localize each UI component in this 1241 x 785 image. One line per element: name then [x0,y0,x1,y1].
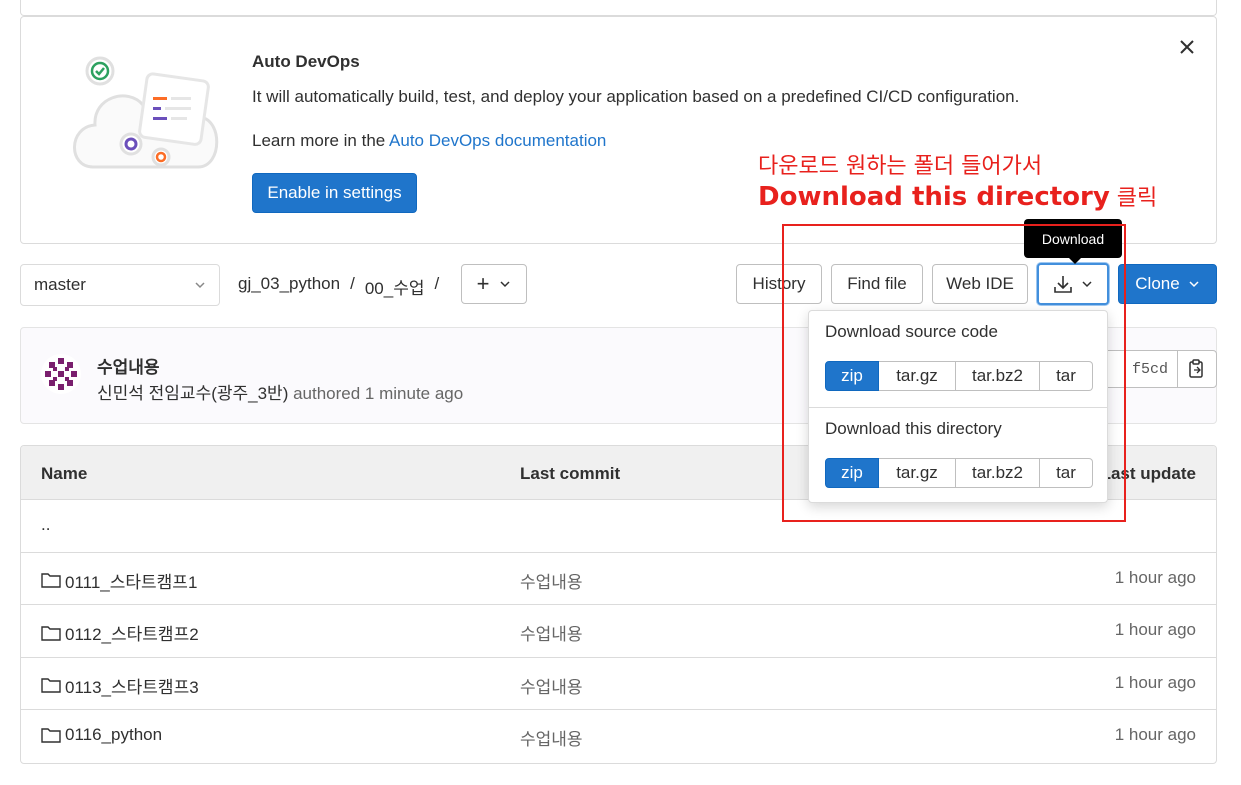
header-last-commit: Last commit [520,464,621,483]
download-directory-heading: Download this directory [825,419,1002,438]
chevron-down-icon [195,282,205,289]
copy-clipboard-icon [1189,359,1203,378]
folder-icon [41,728,61,743]
header-name: Name [41,464,88,483]
download-source-heading: Download source code [825,322,998,341]
source-tarbz2-button[interactable]: tar.bz2 [956,361,1040,391]
download-icon [1054,276,1072,293]
download-directory-section: Download this directory zip tar.gz tar.b… [809,407,1107,503]
table-row[interactable]: 0113_스타트캠프3 수업내용 1 hour ago [21,658,1216,710]
folder-icon [41,573,61,588]
folder-icon [41,678,61,693]
web-ide-button[interactable]: Web IDE [932,264,1028,304]
top-panel-edge [20,0,1217,16]
clone-button[interactable]: Clone [1118,264,1217,304]
devops-illustration-icon [73,56,219,169]
chevron-down-icon [500,281,510,288]
download-dropdown-menu: Download source code zip tar.gz tar.bz2 … [808,310,1108,503]
chevron-down-icon [1082,281,1092,288]
row-last-update: 1 hour ago [1114,725,1196,744]
table-row[interactable]: 0111_스타트캠프1 수업내용 1 hour ago [21,553,1216,605]
branch-selector[interactable]: master [20,264,220,306]
breadcrumb-project[interactable]: gj_03_python [238,274,340,299]
row-commit-message[interactable]: 수업내용 [520,673,583,698]
folder-label[interactable]: 0113_스타트캠프3 [65,673,199,698]
folder-label[interactable]: 0111_스타트캠프1 [65,568,197,593]
commit-author[interactable]: 신민석 전임교수(광주_3반) [97,384,288,403]
find-file-button[interactable]: Find file [831,264,923,304]
row-last-update: 1 hour ago [1114,567,1196,587]
history-button[interactable]: History [736,264,822,304]
annotation-line-1: 다운로드 원하는 폴더 들어가서 [758,154,1043,179]
commit-title[interactable]: 수업내용 [97,353,160,378]
source-format-group: zip tar.gz tar.bz2 tar [825,361,1093,391]
breadcrumb-folder[interactable]: 00_수업 [365,274,425,299]
banner-learn-more: Learn more in the Auto DevOps documentat… [252,131,606,151]
commit-meta: 신민석 전임교수(광주_3반) authored 1 minute ago [97,379,463,404]
folder-name[interactable]: 0112_스타트캠프2 [41,620,199,645]
header-last-update: Last update [1100,464,1196,483]
row-last-update: 1 hour ago [1114,672,1196,692]
source-zip-button[interactable]: zip [825,361,879,391]
annotation-line-2: Download this directory 클릭 [758,180,1157,212]
close-banner-button[interactable] [1175,35,1199,59]
directory-zip-button[interactable]: zip [825,458,879,488]
plus-icon: + [476,271,490,296]
row-commit-message[interactable]: 수업내용 [520,568,583,593]
branch-name: master [34,275,86,294]
table-row-parent[interactable]: .. [21,500,1216,553]
directory-targz-button[interactable]: tar.gz [879,458,956,488]
annotation-suffix: 클릭 [1109,186,1158,211]
copy-sha-button[interactable] [1177,350,1217,388]
folder-label[interactable]: 0116_python [65,725,162,745]
directory-format-group: zip tar.gz tar.bz2 tar [825,458,1093,488]
folder-name[interactable]: 0113_스타트캠프3 [41,673,199,698]
folder-icon [41,625,61,641]
directory-tar-button[interactable]: tar [1040,458,1093,488]
enable-in-settings-button[interactable]: Enable in settings [252,173,417,213]
folder-name[interactable]: 0111_스타트캠프1 [41,568,197,593]
table-row[interactable]: 0112_스타트캠프2 수업내용 1 hour ago [21,605,1216,658]
row-commit-message[interactable]: 수업내용 [520,620,583,645]
learn-prefix: Learn more in the [252,131,390,150]
table-row[interactable]: 0116_python 수업내용 1 hour ago [21,710,1216,763]
row-commit-message[interactable]: 수업내용 [520,725,583,750]
folder-label[interactable]: 0112_스타트캠프2 [65,620,199,645]
download-tooltip: Download [1024,219,1122,264]
avatar[interactable] [41,354,81,394]
breadcrumb: gj_03_python / 00_수업 / [238,274,439,299]
breadcrumb-separator: / [434,274,440,293]
close-icon [1180,40,1194,54]
row-last-update: 1 hour ago [1114,620,1196,639]
directory-tarbz2-button[interactable]: tar.bz2 [956,458,1040,488]
add-to-tree-button[interactable]: + [461,264,527,304]
download-button[interactable] [1037,263,1109,305]
source-targz-button[interactable]: tar.gz [879,361,956,391]
source-tar-button[interactable]: tar [1040,361,1093,391]
annotation-bold: Download this directory [758,182,1110,212]
clone-label: Clone [1135,274,1180,293]
chevron-down-icon [1189,281,1199,288]
commit-time: authored 1 minute ago [288,384,464,403]
banner-description: It will automatically build, test, and d… [252,87,1020,106]
download-source-section: Download source code zip tar.gz tar.bz2 … [809,311,1107,407]
folder-name[interactable]: 0116_python [41,725,162,745]
banner-title: Auto DevOps [252,52,360,71]
breadcrumb-separator: / [350,274,355,293]
auto-devops-docs-link[interactable]: Auto DevOps documentation [389,131,606,150]
parent-directory-link[interactable]: .. [41,515,50,535]
